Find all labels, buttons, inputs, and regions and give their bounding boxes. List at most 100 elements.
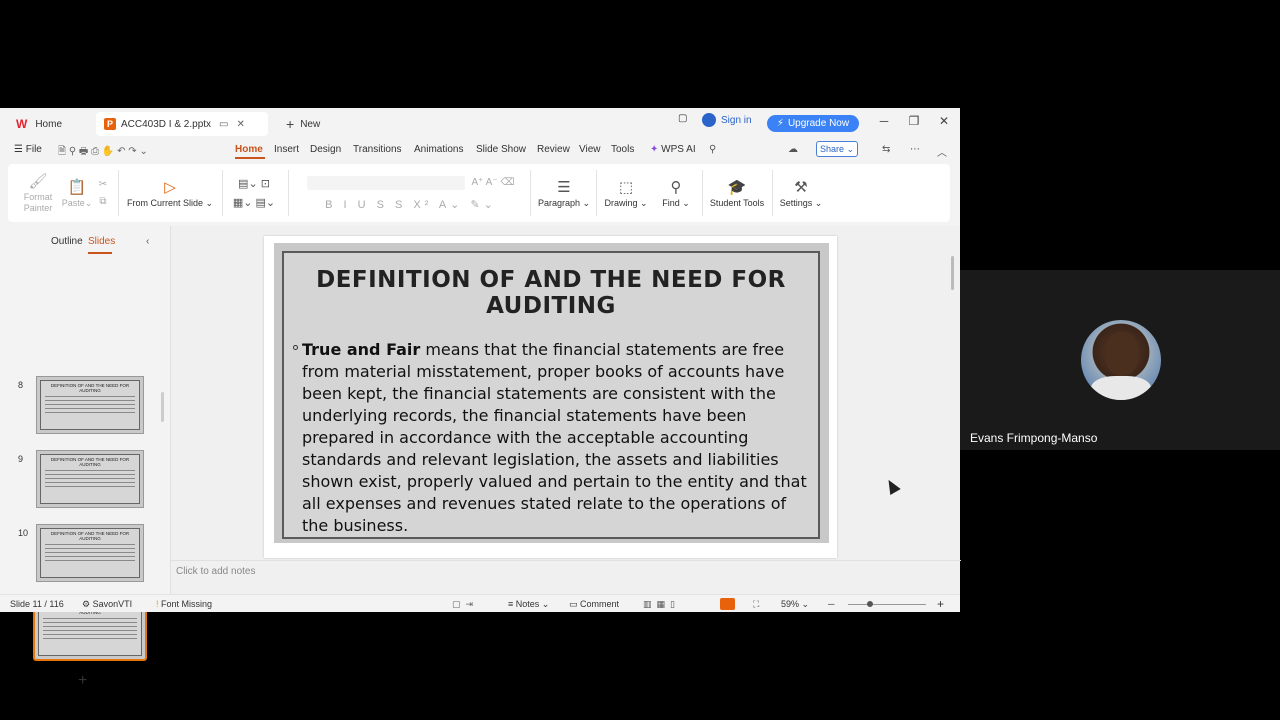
text-format-icons[interactable]: B I U S S X² A⌄ ✎⌄ [325, 198, 497, 211]
separator [772, 170, 773, 216]
bullet-definition: means that the financial statements are … [302, 340, 807, 535]
search-icon[interactable]: ⚲ [709, 144, 716, 155]
minimize-icon[interactable]: ─ [874, 114, 894, 128]
separator [702, 170, 703, 216]
menu-view[interactable]: View [579, 144, 601, 155]
menu-transitions[interactable]: Transitions [353, 144, 402, 155]
shapes-icon: ⬚ [618, 178, 634, 196]
close-tab-icon[interactable]: ✕ [237, 119, 245, 130]
slide-body-text[interactable]: True and Fair means that the financial s… [293, 339, 813, 537]
ribbon: 🖌 Format Painter 📋 Paste⌄ ✂ ⧉ ▷ From Cur… [8, 164, 950, 222]
paragraph-icon: ☰ [557, 178, 571, 196]
restore-tab-icon[interactable]: ▭ [219, 119, 228, 130]
sign-in-button[interactable]: Sign in [702, 113, 752, 127]
student-tools-button[interactable]: 🎓 Student Tools [706, 164, 768, 222]
slide-thumbnail-8[interactable]: 8 DEFINITION OF AND THE NEED FOR AUDITIN… [0, 376, 168, 440]
thumbnail-image: DEFINITION OF AND THE NEED FOR AUDITING [36, 450, 144, 508]
new-tab-label: New [300, 118, 321, 130]
slide-editor: DEFINITION OF AND THE NEED FOR AUDITING … [170, 226, 961, 594]
add-slide-button[interactable]: + [78, 672, 87, 690]
collapse-icon[interactable]: ⇆ [882, 144, 890, 155]
quick-access-icons[interactable]: 🗎 ⚲ 🖶 ⎙ ✋ ↶ ↷ ⌄ [58, 144, 148, 161]
paste-button[interactable]: 📋 Paste⌄ [60, 164, 94, 222]
slide-title[interactable]: DEFINITION OF AND THE NEED FOR AUDITING [284, 267, 818, 319]
notes-placeholder[interactable]: Click to add notes [176, 566, 256, 577]
font-tools[interactable]: A⁺ A⁻ ⌫ B I U S S X² A⌄ ✎⌄ [296, 164, 526, 222]
plus-icon: + [286, 116, 295, 132]
format-painter-icon: 🖌 [28, 173, 48, 190]
notes-divider [171, 560, 961, 561]
status-bar: Slide 11 / 116 ⚙ SavonVTI ! Font Missing… [0, 594, 960, 612]
slide-thumbnail-9[interactable]: 9 DEFINITION OF AND THE NEED FOR AUDITIN… [0, 450, 168, 514]
close-window-icon[interactable]: ✕ [934, 114, 954, 128]
font-row: A⁺ A⁻ ⌫ [307, 175, 515, 190]
more-icon[interactable]: ⋯ [910, 144, 920, 155]
cut-icon: ✂ [98, 179, 108, 190]
zoom-level[interactable]: 59% ⌄ [781, 599, 809, 610]
settings-label: Settings ⌄ [779, 197, 823, 208]
upgrade-label: Upgrade Now [787, 118, 850, 129]
slide-thumbnail-10[interactable]: 10 DEFINITION OF AND THE NEED FOR AUDITI… [0, 524, 168, 588]
view-mode-icons[interactable]: ▥ ▦ ▯ [643, 599, 675, 610]
menu-slide-show[interactable]: Slide Show [476, 144, 526, 155]
tab-slides[interactable]: Slides [88, 236, 115, 247]
cut-copy-icons[interactable]: ✂ ⧉ [96, 164, 110, 222]
paragraph-button[interactable]: ☰ Paragraph ⌄ [534, 164, 594, 222]
collapse-panel-icon[interactable]: ‹ [146, 236, 149, 247]
menu-tools[interactable]: Tools [611, 144, 634, 155]
status-tool-icons[interactable]: ▢ ⇥ [452, 599, 473, 610]
menu-home[interactable]: Home [235, 144, 263, 155]
format-painter-button[interactable]: 🖌 Format Painter [18, 164, 58, 222]
find-icon: ⚲ [670, 178, 682, 196]
menu-insert[interactable]: Insert [274, 144, 299, 155]
window-mode-icon[interactable]: ▢ [678, 113, 687, 124]
menu-review[interactable]: Review [537, 144, 570, 155]
cloud-sync-icon[interactable]: ☁ [788, 144, 798, 155]
active-tab-underline [235, 157, 265, 159]
avatar-shirt [1091, 376, 1151, 400]
tab-document[interactable]: P ACC403D I & 2.pptx ▭ ✕ [96, 112, 268, 136]
fit-screen-icon[interactable]: ⛶ [753, 599, 759, 610]
warning-icon: ! [156, 599, 159, 609]
menu-file[interactable]: ☰ File [14, 144, 42, 155]
chevron-up-icon[interactable]: ︿ [937, 144, 947, 159]
user-icon [702, 113, 716, 127]
thumbnail-number: 8 [18, 380, 24, 390]
editor-scrollbar[interactable] [951, 256, 954, 290]
separator [118, 170, 119, 216]
share-button[interactable]: Share ⌄ [816, 141, 858, 157]
maximize-icon[interactable]: ❐ [904, 114, 924, 128]
upgrade-button[interactable]: ⚡ Upgrade Now [767, 115, 859, 132]
from-current-slide-button[interactable]: ▷ From Current Slide ⌄ [124, 164, 216, 222]
menu-animations[interactable]: Animations [414, 144, 463, 155]
font-missing-indicator[interactable]: ! Font Missing [156, 599, 212, 609]
comment-button[interactable]: ▭ Comment [569, 599, 619, 610]
font-size-icons[interactable]: A⁺ A⁻ ⌫ [471, 177, 514, 188]
zoom-out-icon[interactable]: ─ [828, 599, 834, 609]
separator [596, 170, 597, 216]
zoom-slider[interactable] [848, 604, 926, 605]
current-slide[interactable]: DEFINITION OF AND THE NEED FOR AUDITING … [264, 236, 837, 558]
slideshow-play-icon[interactable] [720, 598, 735, 610]
zoom-slider-knob[interactable] [867, 601, 873, 607]
tab-home[interactable]: W Home [8, 112, 92, 136]
panel-scrollbar[interactable] [161, 392, 164, 422]
menu-wps-ai-label: WPS AI [661, 144, 696, 155]
notes-toggle[interactable]: ≡ Notes ⌄ [508, 599, 549, 610]
new-tab-button[interactable]: + New [278, 112, 338, 136]
comment-label: Comment [580, 599, 620, 609]
from-current-slide-label: From Current Slide ⌄ [126, 197, 214, 208]
drawing-button[interactable]: ⬚ Drawing ⌄ [600, 164, 652, 222]
theme-indicator[interactable]: ⚙ SavonVTI [82, 599, 132, 610]
layout-tools[interactable]: ▤⌄ ⊡ ▦⌄ ▤⌄ [228, 164, 280, 222]
find-button[interactable]: ⚲ Find ⌄ [656, 164, 696, 222]
thumbnail-image: DEFINITION OF AND THE NEED FOR AUDITING [36, 524, 144, 582]
settings-button[interactable]: ⚒ Settings ⌄ [776, 164, 826, 222]
menu-design[interactable]: Design [310, 144, 341, 155]
paste-icon: 📋 [67, 178, 87, 196]
zoom-in-icon[interactable]: + [937, 597, 944, 611]
menu-wps-ai[interactable]: ✦ WPS AI [650, 144, 696, 155]
layout-icons: ▤⌄ ⊡ [238, 178, 270, 190]
tab-outline[interactable]: Outline [51, 236, 83, 247]
font-name-field[interactable] [307, 175, 466, 190]
